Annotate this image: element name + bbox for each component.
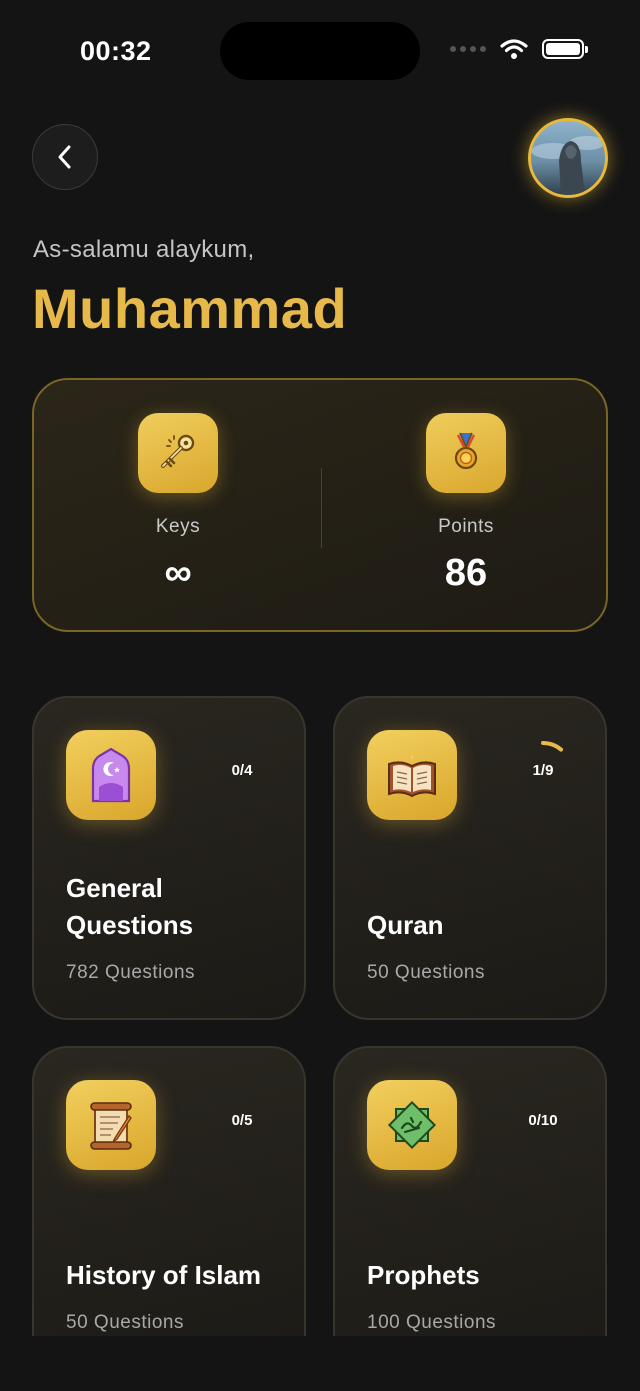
greeting-text: As-salamu alaykum,	[33, 236, 255, 263]
progress-ring: 0/4	[209, 738, 275, 804]
username: Muhammad	[32, 277, 348, 340]
progress-text: 0/4	[231, 762, 253, 779]
mosque-icon	[66, 730, 156, 820]
chevron-left-icon	[58, 145, 71, 169]
category-question-count: 100 Questions	[367, 1312, 497, 1333]
quran-book-icon	[367, 730, 457, 820]
status-icons	[450, 38, 588, 60]
keys-label: Keys	[155, 516, 201, 537]
progress-ring: 1/9	[510, 738, 576, 804]
category-title: History of Islam	[66, 1260, 262, 1290]
battery-icon	[542, 39, 588, 59]
progress-text: 1/9	[532, 762, 554, 779]
category-card-quran[interactable]: 1/9 Quran 50 Questions	[333, 696, 607, 1020]
medal-icon	[426, 413, 506, 493]
avatar-image	[531, 136, 605, 195]
points-label: Points	[438, 516, 494, 537]
wifi-icon	[500, 39, 528, 59]
calligraphy-star-icon	[367, 1080, 457, 1170]
bottom-cutoff	[0, 1336, 640, 1391]
progress-text: 0/10	[528, 1112, 558, 1129]
cellular-signal-icon	[450, 46, 486, 52]
category-question-count: 50 Questions	[66, 1312, 184, 1333]
status-time: 00:32	[80, 36, 152, 66]
keys-stat: Keys ∞	[34, 380, 322, 634]
key-icon	[138, 413, 218, 493]
points-stat: Points 86	[322, 380, 610, 634]
progress-ring: 0/10	[510, 1088, 576, 1154]
dynamic-island	[220, 22, 420, 80]
stats-card: Keys ∞ Points 86	[32, 378, 608, 632]
category-title: Quran	[367, 910, 444, 940]
category-title: Prophets	[367, 1260, 480, 1290]
category-card-general-questions[interactable]: 0/4 General Questions 782 Questions	[32, 696, 306, 1020]
category-card-prophets[interactable]: 0/10 Prophets 100 Questions	[333, 1046, 607, 1370]
category-card-history-of-islam[interactable]: 0/5 History of Islam 50 Questions	[32, 1046, 306, 1370]
points-value: 86	[444, 552, 488, 594]
scroll-icon	[66, 1080, 156, 1170]
progress-ring: 0/5	[209, 1088, 275, 1154]
category-title: General Questions	[66, 873, 194, 940]
status-bar: 00:32	[0, 0, 640, 100]
category-question-count: 50 Questions	[367, 962, 485, 983]
avatar[interactable]	[528, 118, 608, 198]
keys-value: ∞	[164, 552, 192, 594]
back-button[interactable]	[32, 124, 98, 190]
progress-text: 0/5	[231, 1112, 253, 1129]
category-question-count: 782 Questions	[66, 962, 196, 983]
